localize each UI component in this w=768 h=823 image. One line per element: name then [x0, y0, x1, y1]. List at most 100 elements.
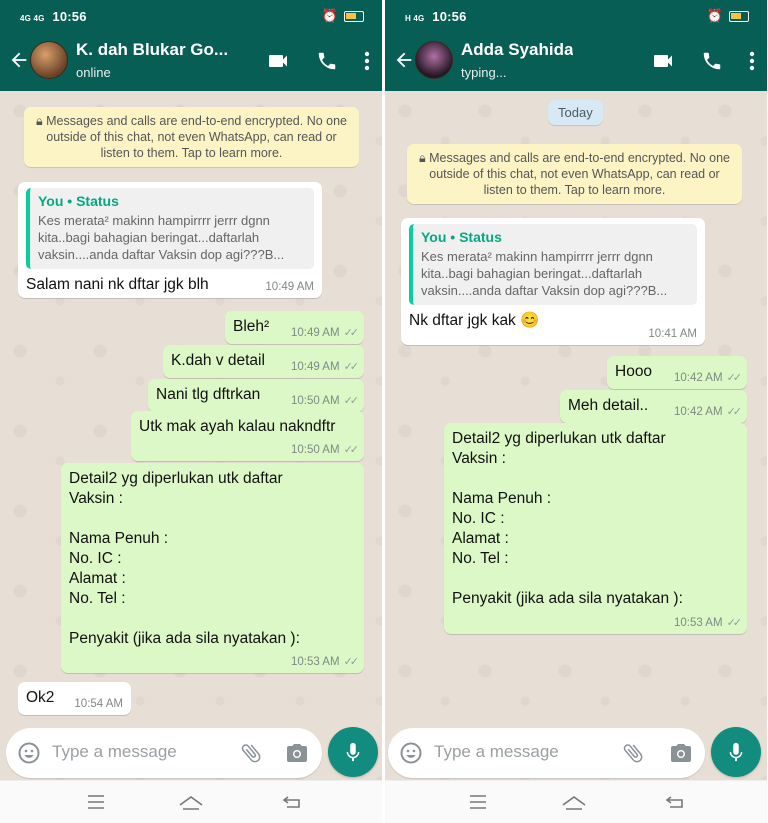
message-time: 10:50 AM — [290, 443, 340, 456]
input-placeholder: Type a message — [434, 742, 559, 761]
status-bar-left: 4G 4G 10:56 — [20, 9, 87, 24]
microphone-icon — [346, 742, 360, 762]
contact-status: online — [76, 65, 111, 80]
read-ticks-icon: ✓✓ — [343, 395, 360, 407]
status-bar: H 4G 10:56 ⏰ — [385, 0, 767, 32]
chat-header: Adda Syahida typing... — [385, 32, 767, 91]
emoji-icon[interactable] — [399, 741, 423, 765]
message-time: 10:42 AM — [673, 405, 723, 418]
emoji-icon[interactable] — [17, 741, 41, 765]
home-nav-icon[interactable] — [561, 794, 587, 812]
message-time: 10:49 AM — [265, 281, 314, 293]
clock: 10:56 — [432, 9, 467, 24]
video-call-icon[interactable] — [651, 49, 675, 73]
message-bubble-outgoing[interactable]: Meh detail.. 10:42 AM ✓✓ — [560, 390, 747, 423]
status-bar-right: ⏰ — [707, 8, 749, 24]
message-time: 10:53 AM — [290, 655, 340, 668]
back-arrow-icon[interactable] — [8, 49, 30, 71]
message-time: 10:41 AM — [648, 328, 697, 340]
message-bubble-outgoing[interactable]: K.dah v detail 10:49 AM ✓✓ — [163, 345, 364, 378]
camera-icon[interactable] — [285, 741, 309, 765]
screenshot-composite: 4G 4G 10:56 ⏰ K. dah Blukar Go... online… — [0, 0, 768, 823]
back-arrow-icon[interactable] — [393, 49, 415, 71]
voice-message-button[interactable] — [711, 727, 761, 777]
quote-author: You • Status — [38, 193, 119, 209]
menu-nav-icon[interactable] — [86, 794, 106, 810]
chat-header: K. dah Blukar Go... online — [0, 32, 382, 91]
camera-icon[interactable] — [669, 741, 693, 765]
battery-icon — [344, 10, 364, 22]
message-bubble-outgoing[interactable]: Utk mak ayah kalau nakndftr 10:50 AM ✓✓ — [131, 411, 364, 461]
message-bubble-outgoing[interactable]: Hooo 10:42 AM ✓✓ — [607, 356, 747, 389]
back-nav-icon[interactable] — [282, 794, 302, 810]
message-time: 10:54 AM — [74, 698, 123, 710]
read-ticks-icon: ✓✓ — [726, 406, 743, 418]
voice-call-icon[interactable] — [701, 50, 723, 72]
back-nav-icon[interactable] — [665, 794, 685, 810]
date-chip: Today — [548, 100, 603, 125]
signal-indicator: 4G 4G — [20, 14, 45, 23]
message-text: Utk mak ayah kalau nakndftr — [139, 418, 336, 435]
voice-call-icon[interactable] — [316, 50, 338, 72]
avatar[interactable] — [30, 41, 68, 79]
message-bubble-outgoing[interactable]: Bleh² 10:49 AM ✓✓ — [225, 311, 364, 344]
read-ticks-icon: ✓✓ — [726, 617, 743, 629]
message-bubble-incoming[interactable]: You • Status Kes merata² makinn hampirrr… — [18, 182, 322, 298]
message-time: 10:42 AM — [673, 371, 723, 384]
message-time: 10:53 AM — [673, 616, 723, 629]
home-nav-icon[interactable] — [178, 794, 204, 812]
message-time: 10:50 AM — [290, 394, 340, 407]
contact-status: typing... — [461, 65, 507, 80]
message-input[interactable]: Type a message — [388, 728, 705, 778]
video-call-icon[interactable] — [266, 49, 290, 73]
quote-text: Kes merata² makinn hampirrrr jerrr dgnn … — [38, 213, 285, 262]
voice-message-button[interactable] — [328, 727, 378, 777]
status-bar-right: ⏰ — [322, 8, 364, 24]
message-bubble-outgoing[interactable]: Detail2 yg diperlukan utk daftar Vaksin … — [444, 423, 747, 634]
message-bubble-outgoing[interactable]: Nani tlg dftrkan 10:50 AM ✓✓ — [148, 379, 364, 412]
message-time: 10:49 AM — [290, 360, 340, 373]
signal-indicator: H 4G — [405, 14, 425, 23]
quoted-status[interactable]: You • Status Kes merata² makinn hampirrr… — [26, 188, 314, 269]
contact-name[interactable]: K. dah Blukar Go... — [76, 40, 228, 60]
lock-icon: 🔒︎ — [419, 151, 430, 165]
read-ticks-icon: ✓✓ — [343, 656, 360, 668]
message-text: Detail2 yg diperlukan utk daftar Vaksin … — [69, 470, 300, 647]
input-placeholder: Type a message — [52, 742, 177, 761]
chat-screen-right: H 4G 10:56 ⏰ Adda Syahida typing... Toda… — [385, 0, 767, 823]
status-bar: 4G 4G 10:56 ⏰ — [0, 0, 382, 32]
message-text: Detail2 yg diperlukan utk daftar Vaksin … — [452, 430, 683, 607]
message-bubble-incoming[interactable]: Ok2 10:54 AM — [18, 682, 131, 715]
attach-icon[interactable] — [621, 741, 645, 765]
more-options-icon[interactable] — [749, 50, 755, 72]
emoji-blush-icon: 😊 — [520, 312, 540, 329]
clock: 10:56 — [52, 9, 87, 24]
battery-icon — [729, 10, 749, 22]
microphone-icon — [729, 742, 743, 762]
message-bubble-incoming[interactable]: You • Status Kes merata² makinn hampirrr… — [401, 218, 705, 345]
avatar[interactable] — [415, 41, 453, 79]
quote-text: Kes merata² makinn hampirrrr jerrr dgnn … — [421, 249, 668, 298]
message-input[interactable]: Type a message — [6, 728, 322, 778]
lock-icon: 🔒︎ — [36, 114, 47, 128]
read-ticks-icon: ✓✓ — [726, 372, 743, 384]
chat-screen-left: 4G 4G 10:56 ⏰ K. dah Blukar Go... online… — [0, 0, 382, 823]
encryption-notice[interactable]: 🔒︎ Messages and calls are end-to-end enc… — [24, 107, 359, 167]
read-ticks-icon: ✓✓ — [343, 361, 360, 373]
system-nav-bar — [0, 780, 382, 823]
read-ticks-icon: ✓✓ — [343, 327, 360, 339]
menu-nav-icon[interactable] — [468, 794, 488, 810]
alarm-icon: ⏰ — [321, 8, 338, 23]
status-bar-left: H 4G 10:56 — [405, 9, 467, 24]
message-time: 10:49 AM — [290, 326, 340, 339]
message-bubble-outgoing[interactable]: Detail2 yg diperlukan utk daftar Vaksin … — [61, 463, 364, 673]
read-ticks-icon: ✓✓ — [343, 444, 360, 456]
more-options-icon[interactable] — [364, 50, 370, 72]
header-actions — [651, 49, 755, 73]
attach-icon[interactable] — [239, 741, 263, 765]
alarm-icon: ⏰ — [706, 8, 723, 23]
contact-name[interactable]: Adda Syahida — [461, 40, 573, 60]
quoted-status[interactable]: You • Status Kes merata² makinn hampirrr… — [409, 224, 697, 305]
encryption-notice[interactable]: 🔒︎ Messages and calls are end-to-end enc… — [407, 144, 742, 204]
system-nav-bar — [385, 780, 767, 823]
